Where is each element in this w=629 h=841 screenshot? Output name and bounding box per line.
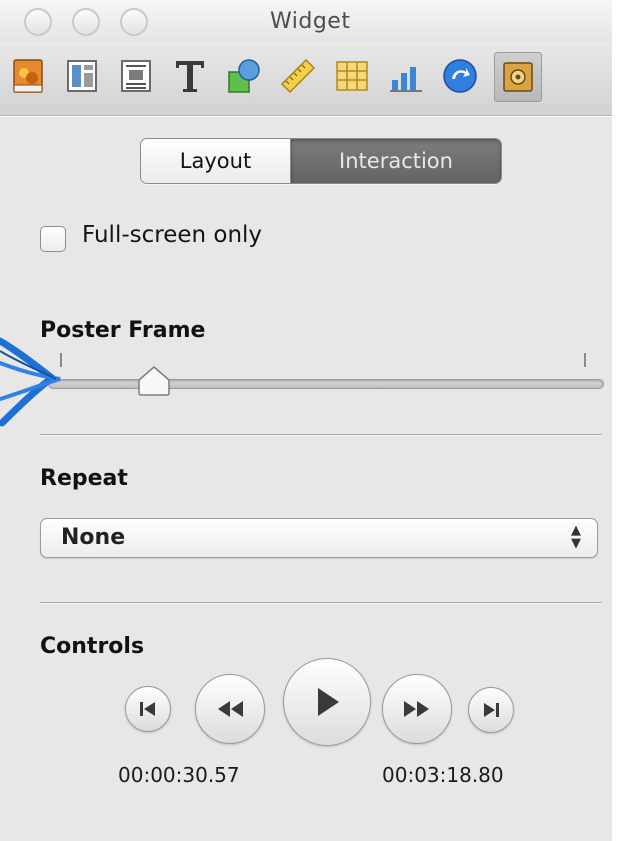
annotation-arrow-icon — [0, 337, 61, 427]
layout-icon[interactable] — [62, 56, 102, 96]
poster-frame-slider-thumb[interactable] — [137, 365, 171, 397]
quicktime-icon[interactable] — [494, 52, 542, 102]
wrap-icon[interactable] — [116, 56, 156, 96]
window-edge — [612, 0, 629, 841]
fullscreen-only-label: Full-screen only — [82, 222, 263, 248]
fast-forward-button[interactable] — [382, 674, 452, 744]
table-icon[interactable] — [332, 56, 372, 96]
ruler-icon[interactable] — [278, 56, 318, 96]
duration-time: 00:03:18.80 — [382, 763, 504, 787]
repeat-select[interactable]: None ▲ ▼ — [40, 518, 598, 558]
skip-to-start-icon — [140, 702, 155, 716]
section-divider — [40, 434, 602, 435]
skip-to-start-button[interactable] — [125, 686, 171, 732]
select-arrows-icon: ▲ ▼ — [571, 523, 581, 551]
text-icon[interactable] — [170, 56, 210, 96]
poster-frame-slider[interactable] — [48, 379, 604, 389]
window-titlebar: Widget — [0, 0, 612, 42]
skip-to-end-button[interactable] — [468, 687, 514, 733]
play-button[interactable] — [283, 658, 371, 746]
section-divider — [40, 602, 602, 603]
shapes-icon[interactable] — [224, 56, 264, 96]
controls-heading: Controls — [40, 634, 145, 659]
minimize-window-button[interactable] — [72, 8, 100, 36]
tab-layout[interactable]: Layout — [141, 139, 291, 183]
fast-forward-icon — [404, 701, 429, 717]
link-icon[interactable] — [440, 56, 480, 96]
repeat-select-value: None — [61, 525, 126, 550]
skip-to-end-icon — [484, 703, 499, 717]
inspector-panel: Layout Interaction Full-screen only Post… — [0, 117, 612, 841]
tab-interaction[interactable]: Interaction — [291, 139, 501, 183]
chart-icon[interactable] — [386, 56, 426, 96]
rewind-button[interactable] — [195, 674, 265, 744]
inspector-toolbar — [0, 42, 612, 116]
fullscreen-only-checkbox[interactable] — [40, 226, 66, 252]
document-icon[interactable] — [8, 56, 48, 96]
window-title: Widget — [270, 9, 351, 34]
play-icon — [318, 688, 339, 716]
slider-tick-end — [584, 353, 586, 367]
layout-interaction-segmented-control: Layout Interaction — [140, 138, 502, 184]
close-window-button[interactable] — [24, 8, 52, 36]
current-time: 00:00:30.57 — [118, 763, 240, 787]
rewind-icon — [218, 701, 243, 717]
zoom-window-button[interactable] — [120, 8, 148, 36]
repeat-heading: Repeat — [40, 466, 128, 491]
